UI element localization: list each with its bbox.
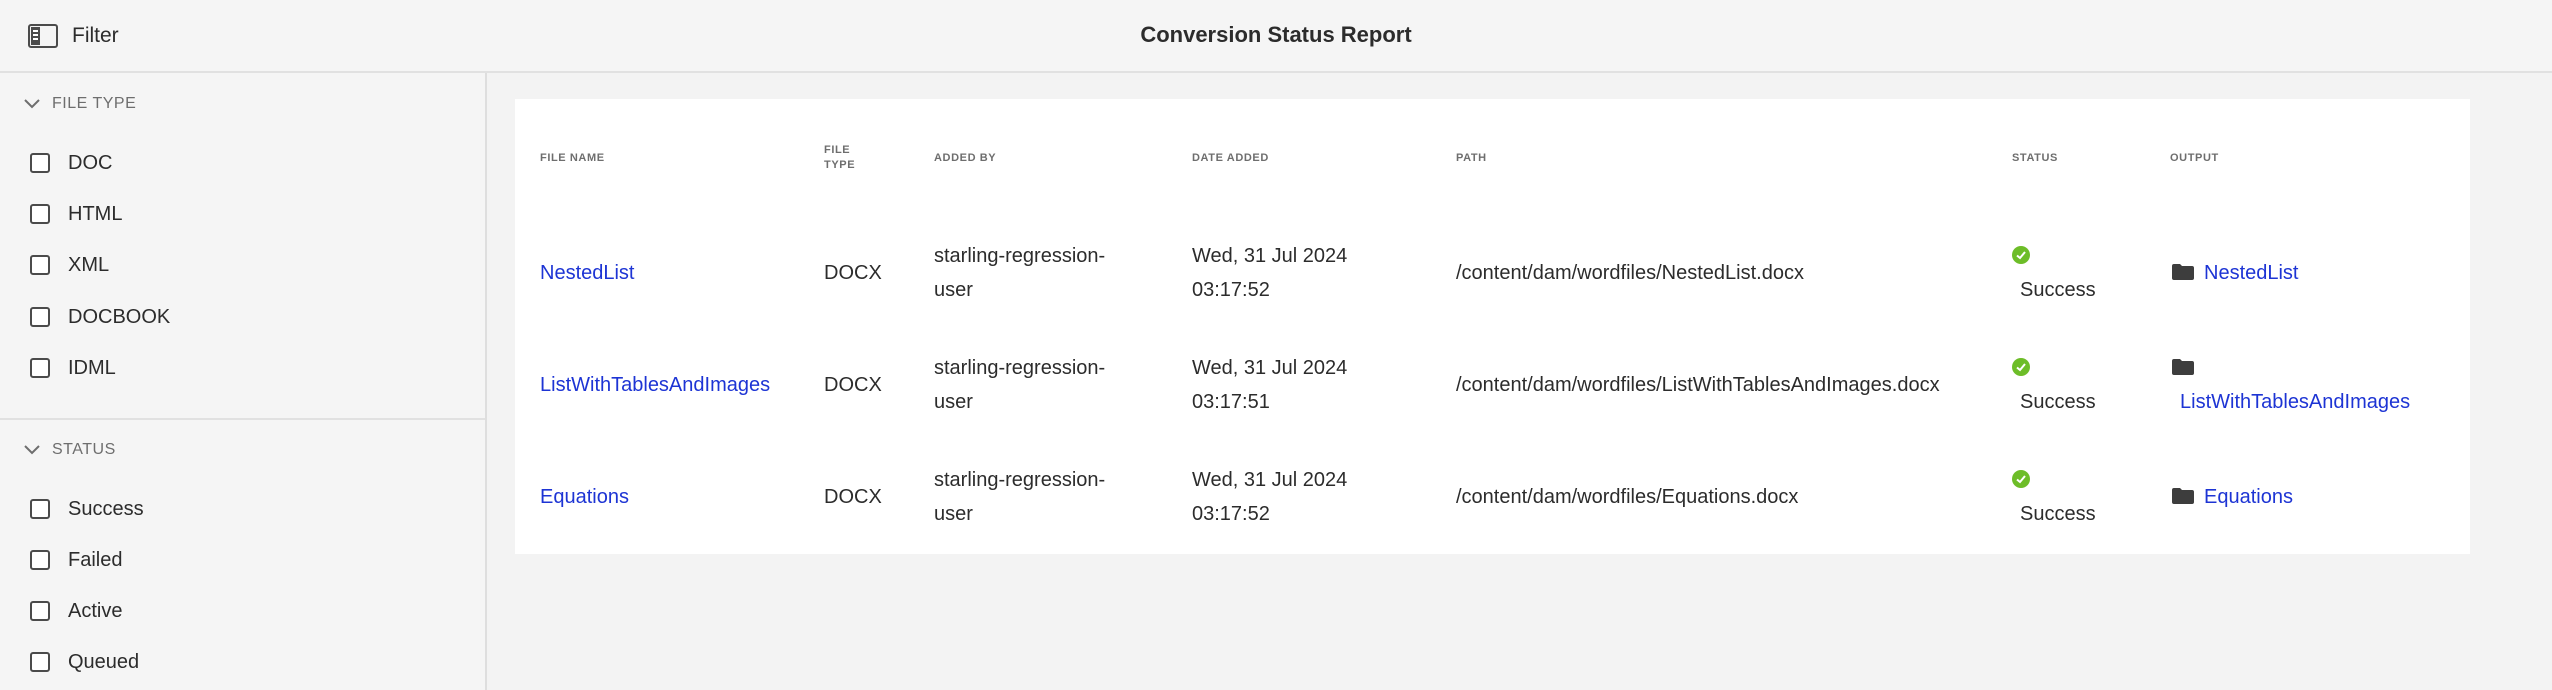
top-bar: Conversion Status Report Filter [0, 0, 2552, 73]
status-text: Success [2020, 279, 2096, 301]
filter-checkbox-success[interactable]: Success [30, 493, 144, 525]
checkbox[interactable] [30, 652, 50, 672]
column-header-path[interactable]: PATH [1456, 151, 1487, 165]
chevron-down-icon [24, 445, 40, 455]
status-text: Success [2020, 503, 2096, 525]
chevron-down-icon [24, 99, 40, 109]
file-name-link[interactable]: NestedList [540, 256, 635, 290]
column-header-date-added[interactable]: DATE ADDED [1192, 151, 1269, 165]
checkbox[interactable] [30, 550, 50, 570]
filter-checkbox-html[interactable]: HTML [30, 198, 122, 230]
checkbox-label: IDML [68, 356, 116, 379]
filter-label: Filter [72, 24, 119, 47]
folder-icon [2172, 488, 2194, 504]
file-type-section-label: FILE TYPE [52, 95, 137, 112]
added-by-cell: starling-regression- [934, 357, 1106, 379]
checkbox[interactable] [30, 307, 50, 327]
filter-sidebar: FILE TYPE DOC HTML XML DOCBOOK IDML STAT… [0, 73, 487, 690]
filter-checkbox-failed[interactable]: Failed [30, 544, 122, 576]
path-cell: /content/dam/wordfiles/Equations.docx [1456, 486, 1799, 508]
checkbox-label: HTML [68, 202, 123, 225]
checkbox[interactable] [30, 499, 50, 519]
check-circle-icon [2012, 470, 2030, 488]
checkbox[interactable] [30, 601, 50, 621]
status-section-label: STATUS [52, 441, 116, 458]
path-cell: /content/dam/wordfiles/NestedList.docx [1456, 262, 1804, 284]
file-type-cell: DOCX [824, 486, 882, 508]
checkbox-label: Success [68, 497, 144, 520]
check-circle-icon [2012, 246, 2030, 264]
section-divider [0, 418, 485, 420]
time-added-cell: 03:17:52 [1192, 279, 1270, 301]
checkbox-label: Active [68, 599, 123, 622]
folder-icon [2172, 359, 2194, 375]
filter-checkbox-xml[interactable]: XML [30, 249, 109, 281]
date-added-cell: Wed, 31 Jul 2024 [1192, 469, 1348, 491]
date-added-cell: Wed, 31 Jul 2024 [1192, 245, 1348, 267]
output-link[interactable]: Equations [2204, 480, 2293, 514]
filter-checkbox-doc[interactable]: DOC [30, 147, 112, 179]
checkbox[interactable] [30, 358, 50, 378]
check-circle-icon [2012, 358, 2030, 376]
added-by-cell-cont: user [934, 503, 973, 525]
checkbox[interactable] [30, 153, 50, 173]
filter-checkbox-active[interactable]: Active [30, 595, 122, 627]
column-header-file-name[interactable]: FILE NAME [540, 151, 605, 165]
checkbox[interactable] [30, 204, 50, 224]
added-by-cell-cont: user [934, 391, 973, 413]
status-section-toggle[interactable]: STATUS [24, 441, 116, 459]
filter-toggle-button[interactable]: Filter [28, 20, 119, 52]
file-name-link[interactable]: Equations [540, 480, 629, 514]
filter-checkbox-queued[interactable]: Queued [30, 646, 139, 678]
added-by-cell: starling-regression- [934, 245, 1106, 267]
page-title: Conversion Status Report [1140, 22, 1412, 47]
report-table: FILE NAME FILE TYPE ADDED BY DATE ADDED … [515, 99, 2470, 554]
column-header-status[interactable]: STATUS [2012, 151, 2058, 165]
file-type-cell: DOCX [824, 262, 882, 284]
status-text: Success [2020, 391, 2096, 413]
checkbox-label: DOC [68, 151, 113, 174]
checkbox-label: XML [68, 253, 110, 276]
file-type-section-toggle[interactable]: FILE TYPE [24, 95, 136, 113]
sidebar-panel-icon [28, 24, 58, 48]
checkbox-label: Queued [68, 650, 140, 673]
time-added-cell: 03:17:52 [1192, 503, 1270, 525]
checkbox[interactable] [30, 255, 50, 275]
output-link[interactable]: ListWithTablesAndImages [2180, 385, 2410, 419]
file-type-cell: DOCX [824, 374, 882, 396]
time-added-cell: 03:17:51 [1192, 391, 1270, 413]
filter-checkbox-idml[interactable]: IDML [30, 352, 116, 384]
column-header-file-type-line1[interactable]: FILE [824, 143, 850, 157]
column-header-file-type-line2[interactable]: TYPE [824, 158, 855, 172]
filter-checkbox-docbook[interactable]: DOCBOOK [30, 301, 170, 333]
folder-icon [2172, 264, 2194, 280]
checkbox-label: Failed [68, 548, 123, 571]
column-header-output[interactable]: OUTPUT [2170, 151, 2219, 165]
output-link[interactable]: NestedList [2204, 256, 2299, 290]
file-name-link[interactable]: ListWithTablesAndImages [540, 368, 770, 402]
added-by-cell-cont: user [934, 279, 973, 301]
path-cell: /content/dam/wordfiles/ListWithTablesAnd… [1456, 374, 1940, 396]
date-added-cell: Wed, 31 Jul 2024 [1192, 357, 1348, 379]
added-by-cell: starling-regression- [934, 469, 1106, 491]
column-header-added-by[interactable]: ADDED BY [934, 151, 996, 165]
checkbox-label: DOCBOOK [68, 305, 171, 328]
